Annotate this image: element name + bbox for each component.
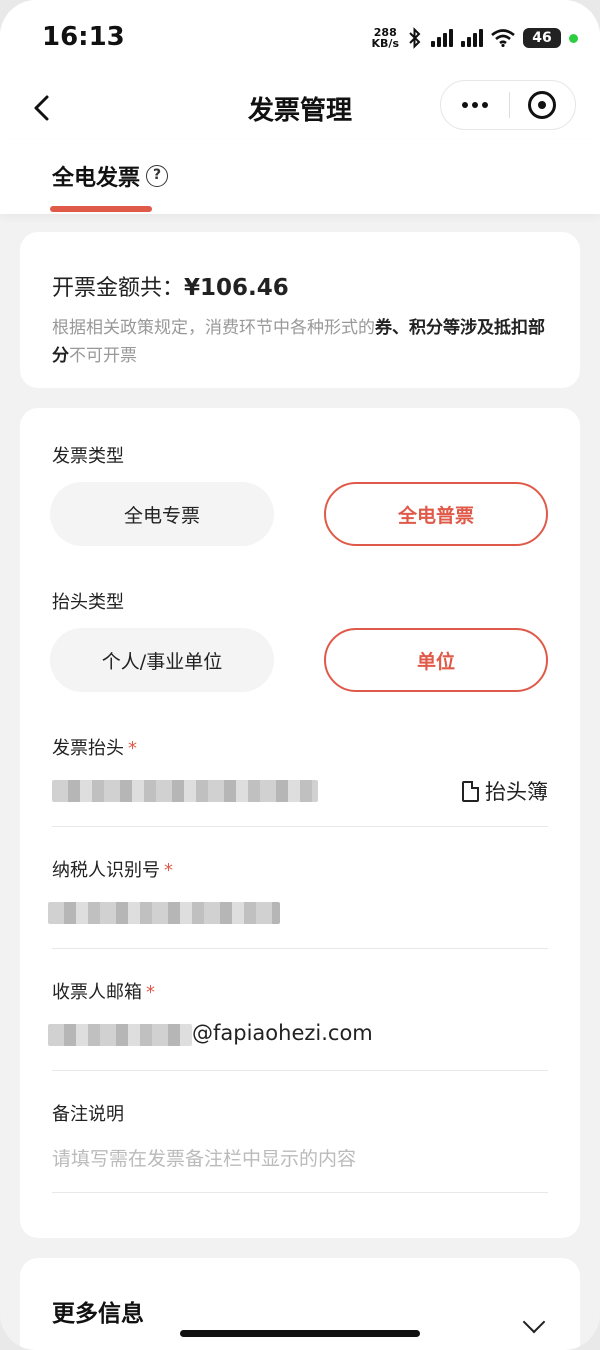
bluetooth-icon: [409, 27, 421, 49]
signal-icon: [431, 29, 453, 47]
divider: [52, 948, 548, 949]
remark-input[interactable]: 请填写需在发票备注栏中显示的内容: [52, 1144, 356, 1171]
amount-note-suffix: 不可开票: [69, 346, 137, 366]
charging-dot: [569, 33, 578, 43]
email-label: 收票人邮箱 *: [52, 978, 155, 1004]
invoice-header-label-text: 发票抬头: [52, 738, 124, 759]
taxpayer-id-label: 纳税人识别号 *: [52, 856, 173, 882]
email-label-text: 收票人邮箱: [52, 982, 142, 1003]
amount-line: 开票金额共：¥106.46: [52, 270, 289, 302]
home-indicator: [180, 1330, 420, 1337]
invoice-header-label: 发票抬头 *: [52, 734, 137, 760]
book-icon: [462, 780, 479, 802]
amount-card: 开票金额共：¥106.46 根据相关政策规定，消费环节中各种形式的券、积分等涉及…: [20, 232, 580, 388]
wifi-icon: [491, 29, 515, 47]
title-book-label: 抬头簿: [485, 780, 548, 804]
option-company[interactable]: 单位: [324, 628, 548, 692]
amount-note-prefix: 根据相关政策规定，消费环节中各种形式的: [52, 318, 375, 338]
mini-program-capsule: [440, 80, 576, 130]
chevron-down-icon: [522, 1310, 546, 1334]
required-mark: *: [146, 982, 155, 1003]
signal-icon-2: [461, 29, 483, 47]
help-icon[interactable]: ?: [146, 165, 169, 187]
taxpayer-id-field[interactable]: [48, 902, 280, 924]
close-button[interactable]: [510, 80, 576, 130]
remark-label: 备注说明: [52, 1104, 124, 1125]
status-time: 16:13: [42, 22, 125, 52]
divider: [52, 1192, 548, 1193]
title-book-button[interactable]: 抬头簿: [462, 776, 548, 806]
divider: [52, 1070, 548, 1071]
required-mark: *: [128, 738, 137, 759]
header-type-label: 抬头类型: [52, 592, 124, 613]
tab-underline: [50, 206, 152, 212]
net-speed: 288 KB/s: [372, 27, 399, 49]
amount-label: 开票金额共：: [52, 276, 185, 301]
net-speed-unit: KB/s: [371, 37, 399, 50]
email-domain[interactable]: @fapiaohezi.com: [192, 1021, 373, 1045]
option-general-invoice[interactable]: 全电普票: [324, 482, 548, 546]
battery-icon: 46: [523, 28, 561, 48]
invoice-header-field[interactable]: [52, 780, 318, 802]
nav-bar: 发票管理: [0, 76, 600, 140]
close-circle-icon: [528, 91, 557, 119]
amount-value: ¥106.46: [184, 275, 289, 301]
tab-bar: 全电发票 ?: [0, 140, 600, 214]
divider: [52, 826, 548, 827]
more-button[interactable]: [441, 80, 509, 130]
tab-digital-invoice[interactable]: 全电发票 ?: [52, 160, 169, 192]
status-icons: 288 KB/s 46: [372, 22, 578, 54]
taxpayer-id-label-text: 纳税人识别号: [52, 860, 160, 881]
option-special-invoice[interactable]: 全电专票: [50, 482, 274, 546]
amount-note: 根据相关政策规定，消费环节中各种形式的券、积分等涉及抵扣部分不可开票: [52, 314, 552, 370]
option-personal[interactable]: 个人/事业单位: [50, 628, 274, 692]
invoice-type-label: 发票类型: [52, 446, 124, 467]
tab-label: 全电发票: [52, 166, 141, 191]
more-dots-icon: [461, 102, 488, 108]
email-local-part[interactable]: [48, 1024, 192, 1046]
phone-screen: 16:13 288 KB/s 46 发票管理 全电发票 ? 开票金额共：¥106…: [0, 0, 600, 1350]
invoice-form-card: 发票类型 全电专票 全电普票 抬头类型 个人/事业单位 单位 发票抬头 * 抬头簿…: [20, 408, 580, 1238]
status-bar: 16:13 288 KB/s 46: [0, 0, 600, 76]
required-mark: *: [164, 860, 173, 881]
more-info-title: 更多信息: [52, 1301, 144, 1327]
